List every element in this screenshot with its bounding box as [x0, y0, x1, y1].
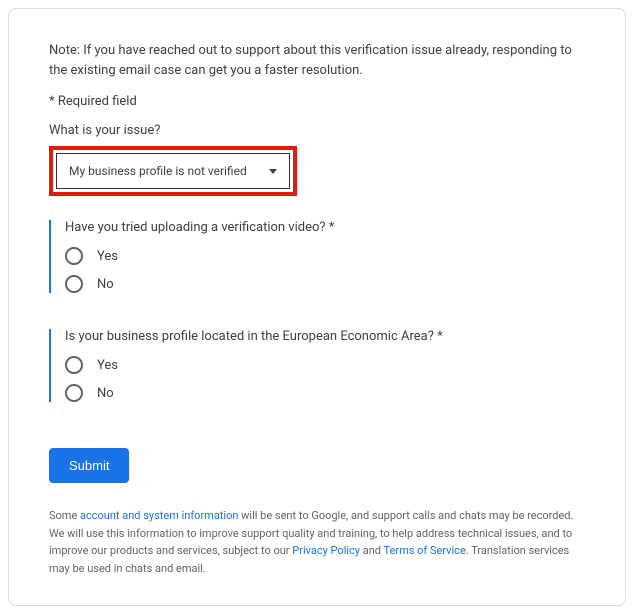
question-eea-location: Is your business profile located in the … [49, 329, 585, 402]
issue-dropdown[interactable]: My business profile is not verified [56, 153, 290, 189]
radio-option-no-2[interactable]: No [65, 384, 585, 402]
privacy-policy-link[interactable]: Privacy Policy [292, 544, 360, 557]
form-card: Note: If you have reached out to support… [8, 8, 626, 606]
question1-text: Have you tried uploading a verification … [65, 220, 585, 235]
terms-link[interactable]: Terms of Service [384, 544, 466, 557]
radio-option-no-1[interactable]: No [65, 275, 585, 293]
radio-icon [65, 275, 83, 293]
radio-option-yes-1[interactable]: Yes [65, 247, 585, 265]
radio-icon [65, 384, 83, 402]
required-field-note: * Required field [49, 94, 585, 109]
submit-button[interactable]: Submit [49, 448, 129, 483]
disclaimer-part1: Some [49, 509, 80, 522]
radio-label-yes: Yes [97, 358, 118, 373]
disclaimer-text: Some account and system information will… [49, 507, 585, 577]
dropdown-selected-text: My business profile is not verified [69, 164, 247, 178]
radio-label-yes: Yes [97, 249, 118, 264]
radio-option-yes-2[interactable]: Yes [65, 356, 585, 374]
disclaimer-part3: and [360, 544, 384, 557]
highlight-box: My business profile is not verified [49, 146, 297, 196]
radio-label-no: No [97, 386, 114, 401]
caret-down-icon [269, 169, 277, 174]
question2-text: Is your business profile located in the … [65, 329, 585, 344]
note-text: Note: If you have reached out to support… [49, 41, 585, 80]
radio-icon [65, 247, 83, 265]
radio-icon [65, 356, 83, 374]
account-info-link[interactable]: account and system information [80, 509, 238, 522]
issue-label: What is your issue? [49, 123, 585, 138]
question-video-upload: Have you tried uploading a verification … [49, 220, 585, 293]
radio-label-no: No [97, 277, 114, 292]
